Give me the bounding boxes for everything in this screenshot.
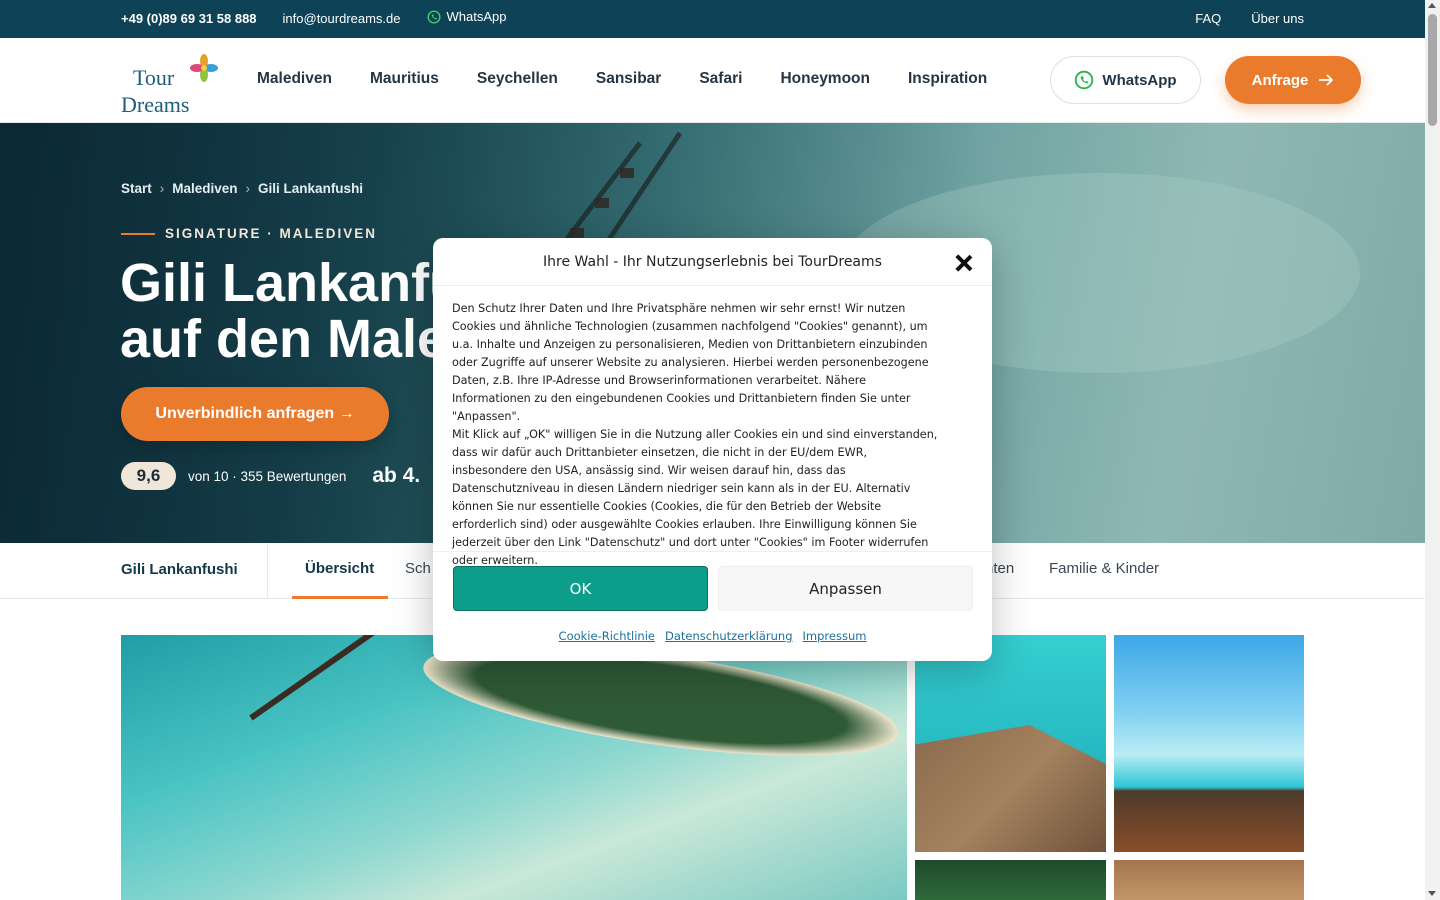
- imprint-link[interactable]: Impressum: [803, 629, 867, 643]
- consent-paragraph-1: Den Schutz Ihrer Daten und Ihre Privatsp…: [452, 302, 929, 423]
- cookie-policy-link[interactable]: Cookie-Richtlinie: [559, 629, 655, 643]
- consent-paragraph-2: Mit Klick auf „OK" willigen Sie in die N…: [452, 428, 938, 567]
- close-icon[interactable]: [954, 254, 972, 272]
- scrollbar-thumb[interactable]: [1428, 14, 1437, 126]
- scroll-up-icon[interactable]: [1428, 3, 1436, 8]
- cookie-consent-dialog: Ihre Wahl - Ihr Nutzungserlebnis bei Tou…: [433, 238, 992, 661]
- page-scrollbar[interactable]: [1425, 0, 1440, 900]
- dialog-links: Cookie-Richtlinie Datenschutzerklärung I…: [433, 629, 992, 643]
- dialog-body: Den Schutz Ihrer Daten und Ihre Privatsp…: [433, 286, 992, 567]
- adjust-button[interactable]: Anpassen: [718, 566, 973, 611]
- dialog-title: Ihre Wahl - Ihr Nutzungserlebnis bei Tou…: [433, 238, 992, 286]
- scroll-down-icon[interactable]: [1428, 891, 1436, 896]
- ok-button[interactable]: OK: [453, 566, 708, 611]
- privacy-policy-link[interactable]: Datenschutzerklärung: [665, 629, 793, 643]
- dialog-buttons: OK Anpassen: [453, 566, 973, 611]
